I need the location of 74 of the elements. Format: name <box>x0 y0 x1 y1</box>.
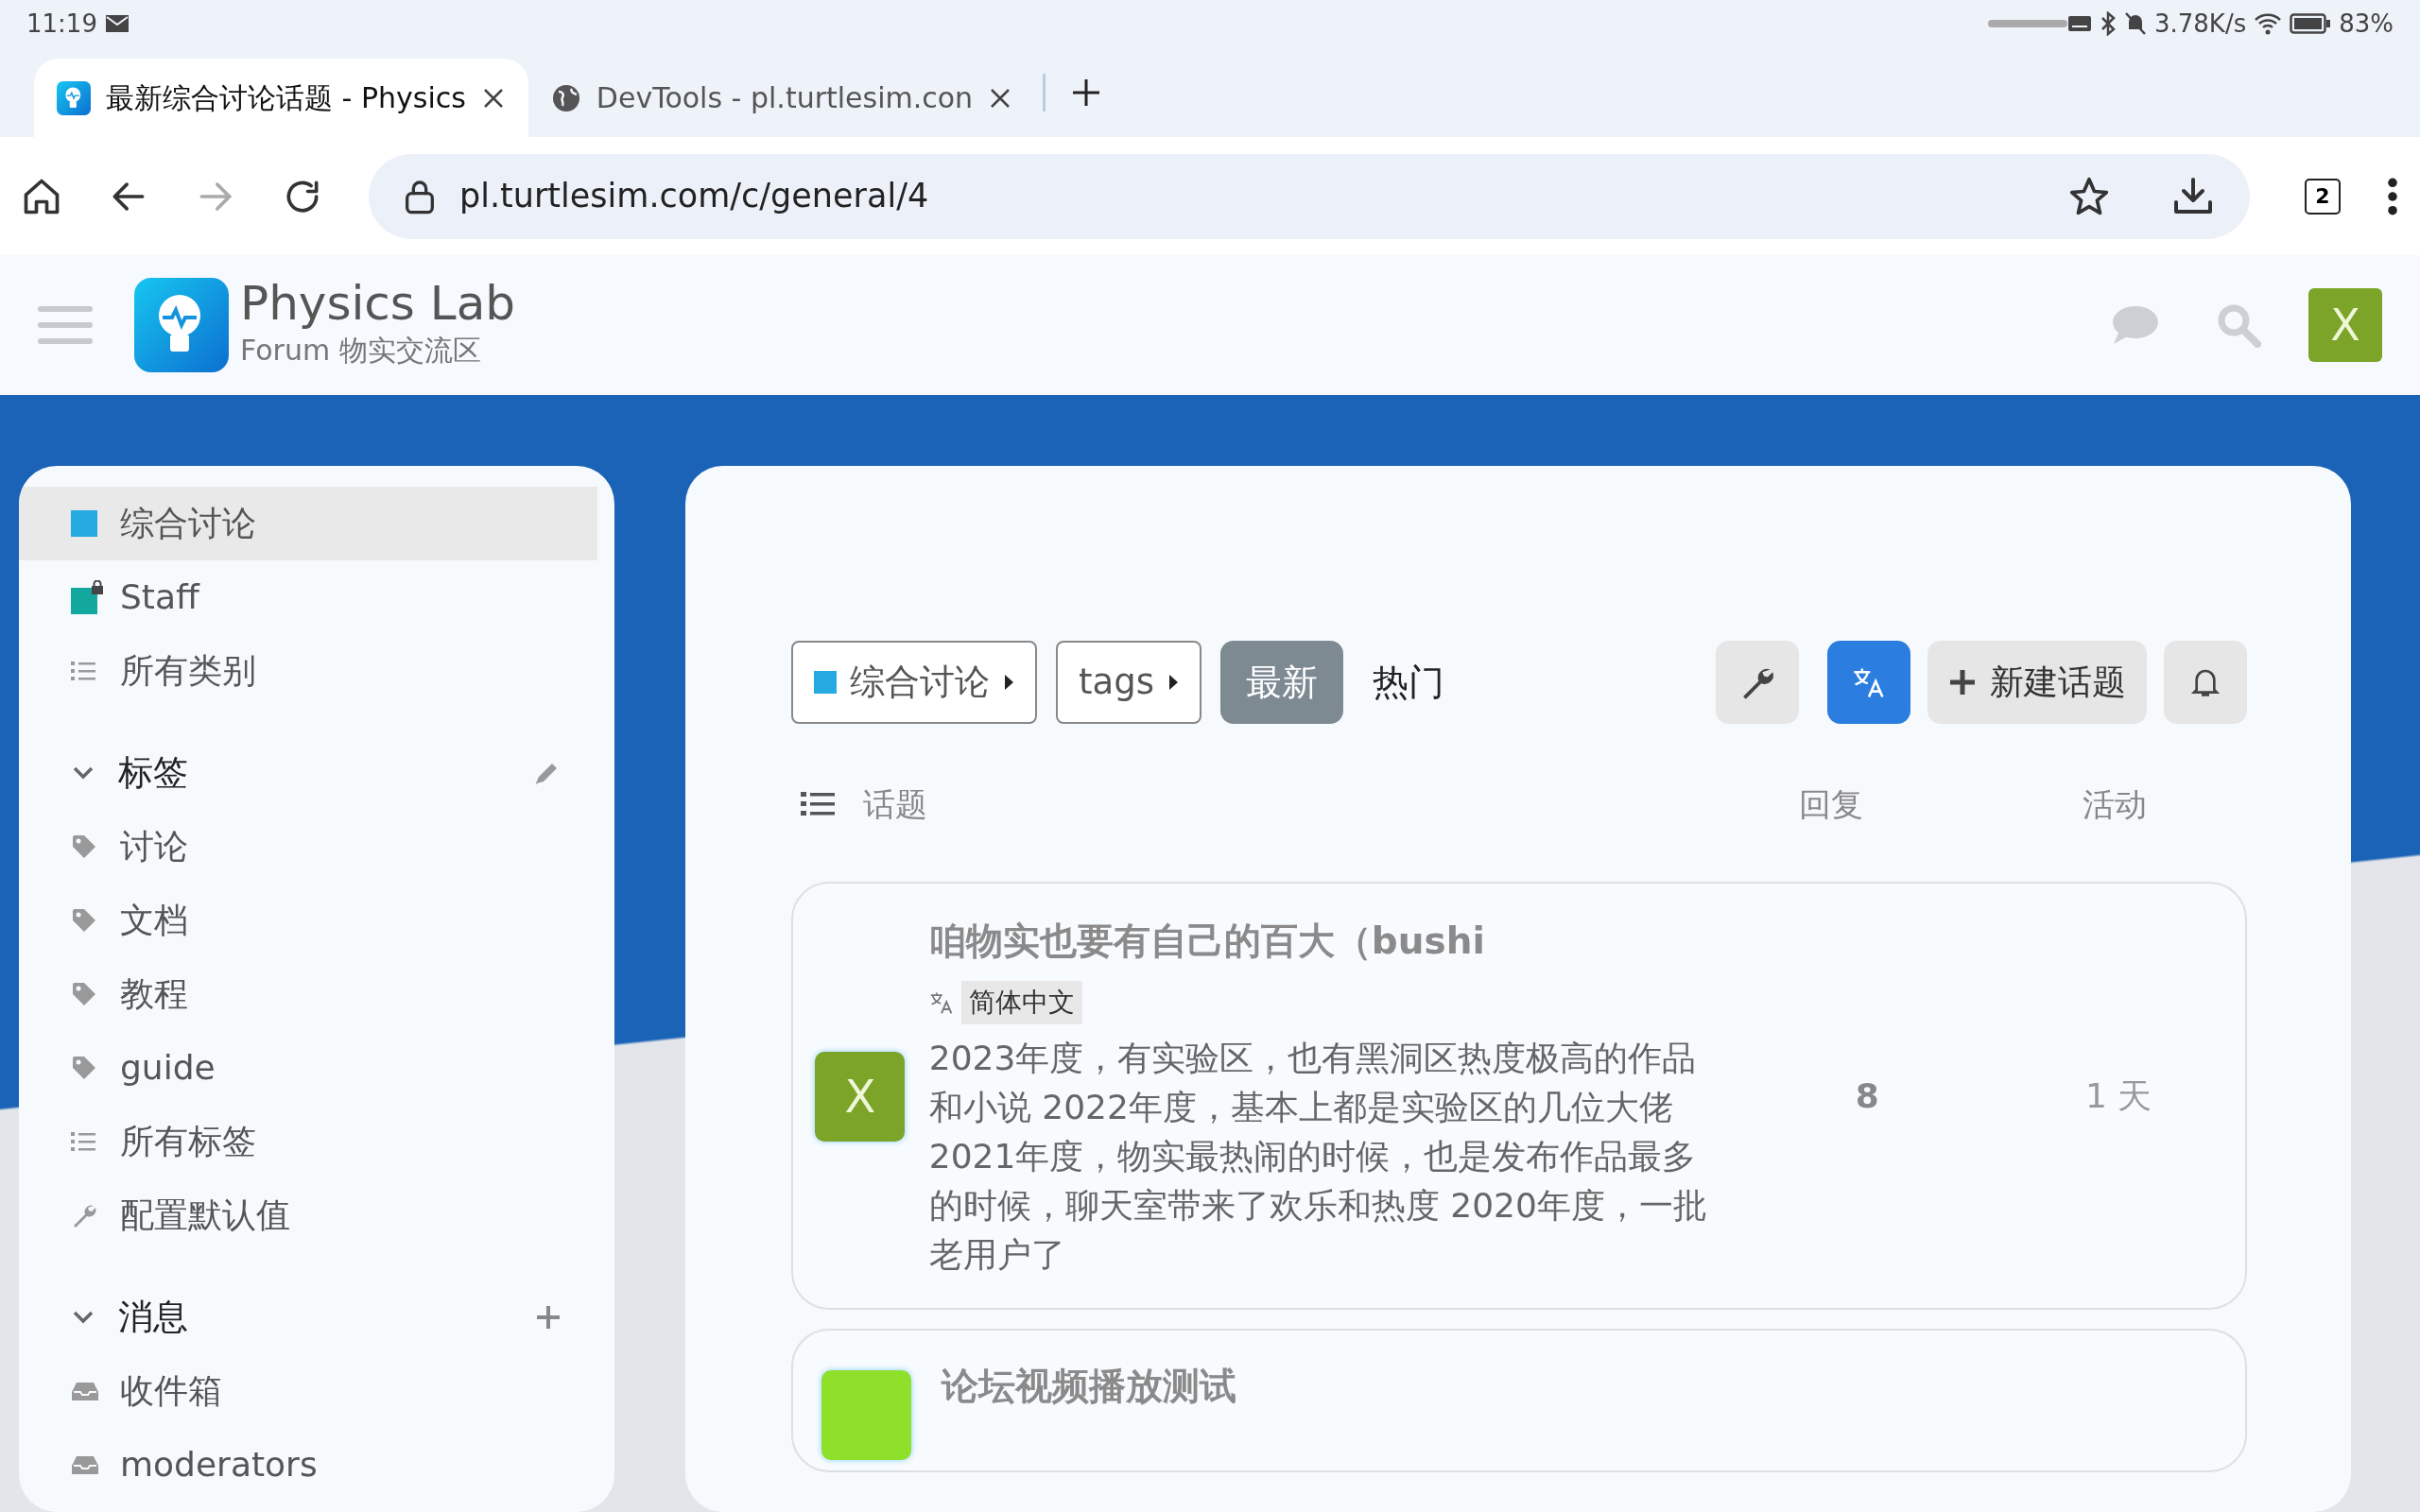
site-subtitle: Forum 物实交流区 <box>240 332 482 369</box>
sidebar-item[interactable]: Staff <box>19 560 597 634</box>
nav-tab[interactable]: 最新 <box>1219 641 1343 724</box>
sidebar-item[interactable]: guide <box>19 1031 597 1105</box>
sidebar-item[interactable]: 讨论 <box>19 810 597 884</box>
item-label: 文档 <box>120 900 188 941</box>
sidebar-item[interactable]: moderators <box>19 1428 597 1502</box>
inbox-icon <box>71 1381 99 1401</box>
item-label: moderators <box>120 1444 318 1486</box>
globe-icon <box>550 82 581 113</box>
network-speed: 3.78K/s <box>2153 8 2247 40</box>
filter-dropdown[interactable]: tags <box>1056 641 1201 724</box>
item-label: guide <box>120 1047 216 1089</box>
bookmark-star-icon[interactable] <box>2068 175 2110 217</box>
tab-title: DevTools - pl.turtlesim.con <box>596 80 974 116</box>
topic-excerpt: 2023年度，有实验区，也有黑洞区热度极高的作品和小说 2022年度，基本上都是实验区的几位大佬 2021年度，物实最热闹的时候，也是发布作品最多的时候，聊天室带来了欢乐和热度 2020年度，一批老用户了 <box>928 1037 1708 1276</box>
sidebar-item[interactable]: 教程 <box>19 957 597 1031</box>
item-label: 配置默认值 <box>120 1194 290 1236</box>
item-label: 所有类别 <box>120 650 256 692</box>
item-label: 教程 <box>120 973 188 1015</box>
caret-icon <box>1003 673 1014 692</box>
nav-tab[interactable]: 热门 <box>1346 641 1470 724</box>
chevron-down-icon[interactable] <box>71 1310 95 1325</box>
tab-count-button[interactable]: 2 <box>2305 178 2341 215</box>
list-icon <box>71 1129 95 1154</box>
language-tag: 简体中文 <box>960 980 1082 1024</box>
item-label: 讨论 <box>120 826 188 868</box>
sidebar-item[interactable]: 配置默认值 <box>19 1178 597 1252</box>
browser-tab[interactable]: 最新综合讨论话题 - Physics <box>34 59 528 137</box>
inbox-icon <box>71 1454 99 1475</box>
tab-title: 最新综合讨论话题 - Physics <box>106 80 466 116</box>
mail-icon <box>104 14 130 33</box>
bluetooth-icon <box>2099 11 2117 36</box>
list-icon <box>71 659 95 683</box>
sidebar-item[interactable]: 综合讨论 <box>19 487 597 560</box>
sidebar-item[interactable]: 所有类别 <box>19 634 597 708</box>
tools-button[interactable] <box>1716 641 1799 724</box>
clock-time: 11:19 <box>26 8 97 40</box>
browser-tab[interactable]: DevTools - pl.turtlesim.con <box>527 59 1036 137</box>
keyboard-icon <box>2066 15 2092 32</box>
url-text: pl.turtlesim.com/c/general/4 <box>459 176 930 217</box>
battery-level: 83% <box>2339 8 2394 40</box>
tag-icon <box>71 833 97 860</box>
chevron-down-icon[interactable] <box>71 765 95 781</box>
notifications-button[interactable] <box>2164 641 2247 724</box>
sidebar-item[interactable]: 所有标签 <box>19 1105 597 1178</box>
translate-button[interactable] <box>1827 641 1910 724</box>
address-bar[interactable]: pl.turtlesim.com/c/general/4 <box>369 153 2250 239</box>
tag-icon <box>71 907 97 934</box>
sidebar-item[interactable]: 收件箱 <box>19 1354 597 1428</box>
lightbulb-logo-icon[interactable] <box>134 278 229 372</box>
site-name: Physics Lab <box>240 279 516 329</box>
section-heading: 标签 <box>118 751 189 796</box>
tag-icon <box>71 981 97 1007</box>
filter-dropdown[interactable]: 综合讨论 <box>791 641 1037 724</box>
activity-time: 1 天 <box>2085 1075 2152 1118</box>
new-topic-button[interactable]: 新建话题 <box>1927 641 2147 724</box>
add-icon[interactable] <box>535 1304 562 1331</box>
tab-divider <box>1043 73 1046 112</box>
item-label: 收件箱 <box>120 1370 222 1412</box>
muted-bell-icon <box>2123 11 2147 36</box>
section-heading: 消息 <box>118 1296 189 1340</box>
tag-icon <box>71 1055 97 1081</box>
wifi-icon <box>2254 12 2283 35</box>
lightbulb-favicon-icon <box>57 80 91 115</box>
sidebar-item[interactable]: 文档 <box>19 884 597 957</box>
item-label: Staff <box>120 576 199 618</box>
battery-icon <box>2290 12 2332 35</box>
caret-icon <box>1167 673 1179 692</box>
list-icon <box>801 790 835 818</box>
plus-icon <box>1948 668 1977 696</box>
reply-count: 8 <box>1855 1075 1879 1118</box>
item-label: 所有标签 <box>120 1121 256 1162</box>
item-label: 综合讨论 <box>120 503 256 544</box>
